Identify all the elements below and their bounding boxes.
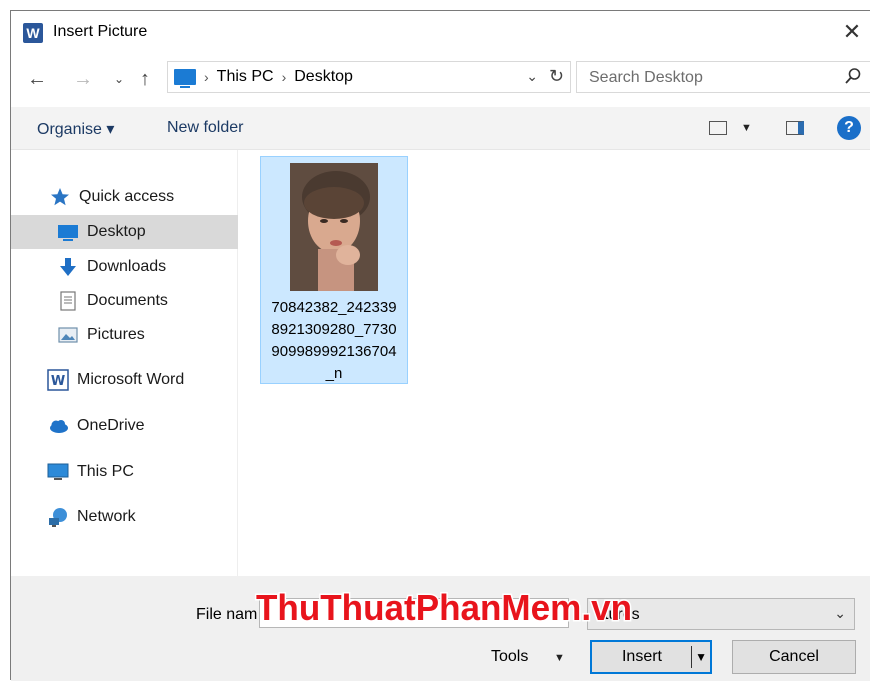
nav-item-label: Pictures <box>87 326 145 343</box>
organise-button[interactable]: Organise ▾ <box>37 119 114 139</box>
help-icon[interactable]: ? <box>837 116 861 140</box>
watermark-logo: ThuThuatPhanMem.vn <box>254 580 634 632</box>
nav-item-microsoft-word[interactable]: W Microsoft Word <box>11 363 269 397</box>
recent-locations-chevron-icon[interactable]: ⌄ <box>107 67 131 91</box>
network-icon <box>47 506 69 528</box>
search-input[interactable] <box>577 62 841 94</box>
back-icon[interactable]: ← <box>25 67 49 91</box>
command-toolbar: Organise ▾ New folder ▼ ? <box>11 107 870 150</box>
split-divider <box>691 646 692 668</box>
preview-pane-icon[interactable] <box>786 121 804 135</box>
insert-button[interactable]: Insert ▼ <box>590 640 712 674</box>
chevron-right-icon: › <box>281 69 287 85</box>
nav-item-onedrive[interactable]: OneDrive <box>11 409 269 443</box>
download-arrow-icon <box>57 256 79 278</box>
word-app-icon: W <box>23 23 43 43</box>
nav-item-label: Documents <box>87 292 168 309</box>
watermark-text: ThuThuatPhanMem.vn <box>256 587 632 628</box>
insert-button-label: Insert <box>621 648 662 665</box>
change-view-icon[interactable] <box>709 121 727 135</box>
nav-item-label: Desktop <box>87 223 146 240</box>
svg-text:W: W <box>51 374 65 389</box>
navigation-pane: Quick access Desktop 📌 Downloads 📌 Docum… <box>11 150 279 576</box>
this-pc-icon <box>174 69 196 88</box>
computer-icon <box>47 461 69 483</box>
chevron-down-icon: ⌄ <box>834 605 846 621</box>
nav-item-label: Downloads <box>87 258 167 275</box>
file-list: 70842382_2423398921309280_77309099899921… <box>238 150 870 576</box>
insert-options-dropdown-icon[interactable]: ▼ <box>695 642 707 672</box>
nav-item-label: This PC <box>77 463 134 480</box>
window-title: Insert Picture <box>53 23 148 40</box>
cloud-icon <box>47 415 69 437</box>
nav-item-quick-access[interactable]: Quick access <box>11 180 271 214</box>
nav-item-label: Quick access <box>79 188 175 205</box>
pictures-icon <box>57 324 79 346</box>
nav-item-label: Microsoft Word <box>77 371 185 388</box>
new-folder-button[interactable]: New folder <box>167 119 243 137</box>
view-options-chevron-icon[interactable]: ▼ <box>741 122 752 134</box>
search-box <box>576 61 870 94</box>
file-name-label: 70842382_2423398921309280_77309099899921… <box>271 299 397 382</box>
forward-icon[interactable]: → <box>71 67 95 91</box>
address-bar[interactable]: › This PC › Desktop ⌄ ↻ <box>167 61 571 93</box>
breadcrumb-desktop[interactable]: Desktop <box>294 68 353 86</box>
document-icon <box>57 290 79 312</box>
refresh-icon[interactable]: ↻ <box>549 66 564 87</box>
file-name-field-label: File nam <box>196 606 258 623</box>
nav-item-network[interactable]: Network <box>11 500 269 534</box>
file-item[interactable]: 70842382_2423398921309280_77309099899921… <box>260 156 408 384</box>
chevron-right-icon: › <box>204 69 209 85</box>
search-icon[interactable] <box>843 66 863 86</box>
cancel-button[interactable]: Cancel <box>732 640 856 674</box>
tools-button[interactable]: Tools <box>491 648 528 666</box>
nav-item-this-pc[interactable]: This PC <box>11 455 269 489</box>
desktop-icon <box>57 221 79 243</box>
star-icon <box>49 186 71 208</box>
tools-dropdown-icon[interactable]: ▼ <box>554 652 565 664</box>
breadcrumb-this-pc[interactable]: This PC <box>217 68 274 86</box>
image-thumbnail <box>290 163 378 291</box>
title-bar: W Insert Picture ✕ <box>11 11 870 53</box>
nav-item-label: Network <box>77 508 136 525</box>
chevron-down-icon[interactable]: ⌄ <box>526 68 538 85</box>
word-icon: W <box>47 369 69 391</box>
nav-item-label: OneDrive <box>77 417 145 434</box>
up-icon[interactable]: ↑ <box>133 67 157 91</box>
close-button[interactable]: ✕ <box>835 17 869 47</box>
